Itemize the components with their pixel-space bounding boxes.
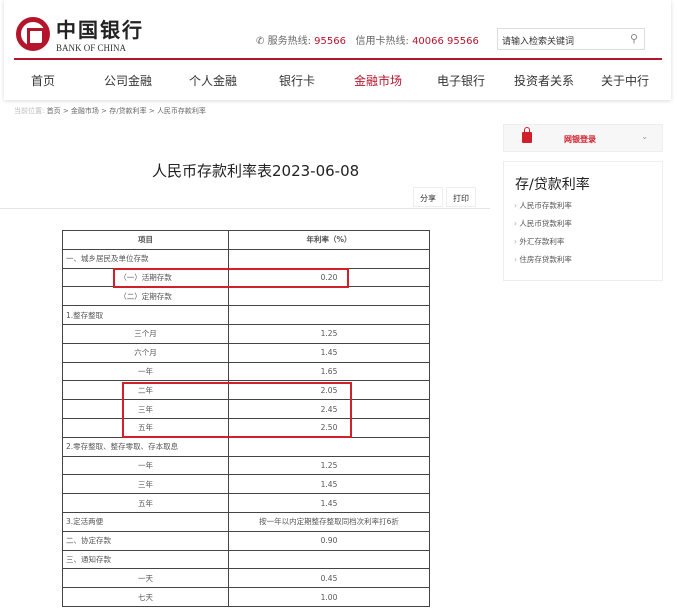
nav-investor[interactable]: 投资者关系	[514, 72, 574, 89]
cell-rate	[228, 436, 430, 457]
table-row: 3.定活两便 按一年以内定期整存整取同档次利率打6折	[62, 511, 430, 532]
nav-about[interactable]: 关于中行	[601, 72, 649, 89]
cell-item: （二）定期存款	[62, 286, 229, 307]
cell-item: 三、通知存款	[62, 549, 229, 570]
cell-item: 一年	[62, 455, 229, 476]
table-row: 2.零存整取、整存零取、存本取息	[62, 436, 430, 457]
cell-rate	[228, 305, 430, 325]
table-row: 六个月 1.45	[62, 342, 430, 363]
cell-rate: 0.90	[228, 530, 430, 551]
table-row: 三个月 1.25	[62, 323, 430, 344]
table-row: 一年 1.65	[62, 361, 430, 382]
cell-item: 七天	[62, 587, 229, 607]
cell-rate	[228, 549, 430, 570]
hotlines: ✆ 服务热线: 95566 信用卡热线: 40066 95566	[256, 32, 479, 47]
cell-rate	[228, 248, 430, 269]
cell-item: 一、城乡居民及单位存款	[62, 248, 229, 269]
login-label: 网银登录	[564, 135, 596, 144]
lock-icon	[522, 127, 532, 143]
cell-rate: 1.45	[228, 493, 430, 513]
nav-card[interactable]: 银行卡	[279, 72, 315, 89]
breadcrumb-item[interactable]: 存/贷款利率	[109, 107, 146, 115]
bank-logo-icon	[16, 16, 50, 51]
search-icon[interactable]: ⚲	[630, 32, 638, 45]
nav-personal[interactable]: 个人金融	[189, 72, 237, 89]
phone-icon: ✆	[256, 36, 265, 47]
sidebar-title: 存/贷款利率	[515, 177, 590, 193]
highlight-box	[122, 382, 352, 438]
table-row: 二、协定存款 0.90	[62, 530, 430, 551]
sidebar-link[interactable]: 住房存贷款利率	[514, 254, 572, 272]
cell-rate: 1.45	[228, 474, 430, 495]
search-input[interactable]: 请输入检索关键词 ⚲	[497, 28, 645, 50]
cell-item: 一年	[62, 361, 229, 382]
page-title: 人民币存款利率表2023-06-08	[152, 162, 360, 180]
nav-ebanking[interactable]: 电子银行	[437, 72, 485, 89]
divider	[0, 208, 490, 209]
table-row: 三、通知存款	[62, 549, 430, 570]
header-item: 项目	[62, 230, 229, 250]
sidebar-rates: 存/贷款利率 人民币存款利率 人民币贷款利率 外汇存款利率 住房存贷款利率	[503, 161, 663, 281]
site-header: 中国银行 BANK OF CHINA ✆ 服务热线: 95566 信用卡热线: …	[4, 0, 671, 100]
sidebar-link[interactable]: 人民币贷款利率	[514, 218, 572, 236]
cell-rate	[228, 286, 430, 307]
breadcrumb-prefix: 当前位置:	[14, 107, 45, 115]
cell-rate: 1.00	[228, 587, 430, 607]
nav-home[interactable]: 首页	[31, 72, 55, 89]
share-button[interactable]: 分享	[413, 187, 443, 207]
nav-financial-markets[interactable]: 金融市场	[354, 72, 402, 89]
table-row: 七天 1.00	[62, 587, 430, 607]
cell-rate: 1.45	[228, 342, 430, 363]
cell-item: 一天	[62, 568, 229, 589]
cell-item: 2.零存整取、整存零取、存本取息	[62, 436, 229, 457]
cell-item: 三年	[62, 474, 229, 495]
table-row: 一天 0.45	[62, 568, 430, 589]
cell-rate: 1.25	[228, 455, 430, 476]
card-number: 40066 95566	[412, 36, 479, 47]
card-label: 信用卡热线:	[355, 36, 409, 47]
cell-item: 二、协定存款	[62, 530, 229, 551]
print-button[interactable]: 打印	[446, 187, 476, 207]
service-number: 95566	[314, 36, 346, 47]
highlight-box	[113, 268, 349, 288]
divider	[14, 58, 662, 60]
table-row: 一年 1.25	[62, 455, 430, 476]
cell-rate: 0.45	[228, 568, 430, 589]
cell-rate: 1.65	[228, 361, 430, 382]
table-row: 三年 1.45	[62, 474, 430, 495]
service-label: 服务热线:	[267, 36, 311, 47]
breadcrumb: 当前位置: 首页 > 金融市场 > 存/贷款利率 > 人民币存款利率	[14, 107, 206, 115]
logo-en: BANK OF CHINA	[56, 43, 127, 53]
cell-rate: 按一年以内定期整存整取同档次利率打6折	[228, 511, 430, 532]
logo-cn: 中国银行	[56, 18, 144, 42]
sidebar-link[interactable]: 人民币存款利率	[514, 200, 572, 218]
cell-item: 3.定活两便	[62, 511, 229, 532]
cell-item: 五年	[62, 493, 229, 513]
bank-logo[interactable]: 中国银行 BANK OF CHINA	[16, 14, 144, 53]
nav-corporate[interactable]: 公司金融	[104, 72, 152, 89]
breadcrumb-item[interactable]: 人民币存款利率	[157, 107, 206, 115]
table-row: 一、城乡居民及单位存款	[62, 248, 430, 269]
table-row: 1.整存整取	[62, 305, 430, 325]
table-row: （二）定期存款	[62, 286, 430, 307]
sidebar-link[interactable]: 外汇存款利率	[514, 236, 572, 254]
search-placeholder: 请输入检索关键词	[502, 37, 575, 47]
ebank-login-button[interactable]: 网银登录 ⌄	[503, 124, 663, 152]
cell-rate: 1.25	[228, 323, 430, 344]
cell-item: 1.整存整取	[62, 305, 229, 325]
header-rate: 年利率（%）	[228, 230, 430, 250]
cell-item: 三个月	[62, 323, 229, 344]
chevron-down-icon[interactable]: ⌄	[641, 132, 648, 141]
breadcrumb-item[interactable]: 金融市场	[71, 107, 99, 115]
table-row: 五年 1.45	[62, 493, 430, 513]
breadcrumb-item[interactable]: 首页	[47, 107, 61, 115]
cell-item: 六个月	[62, 342, 229, 363]
